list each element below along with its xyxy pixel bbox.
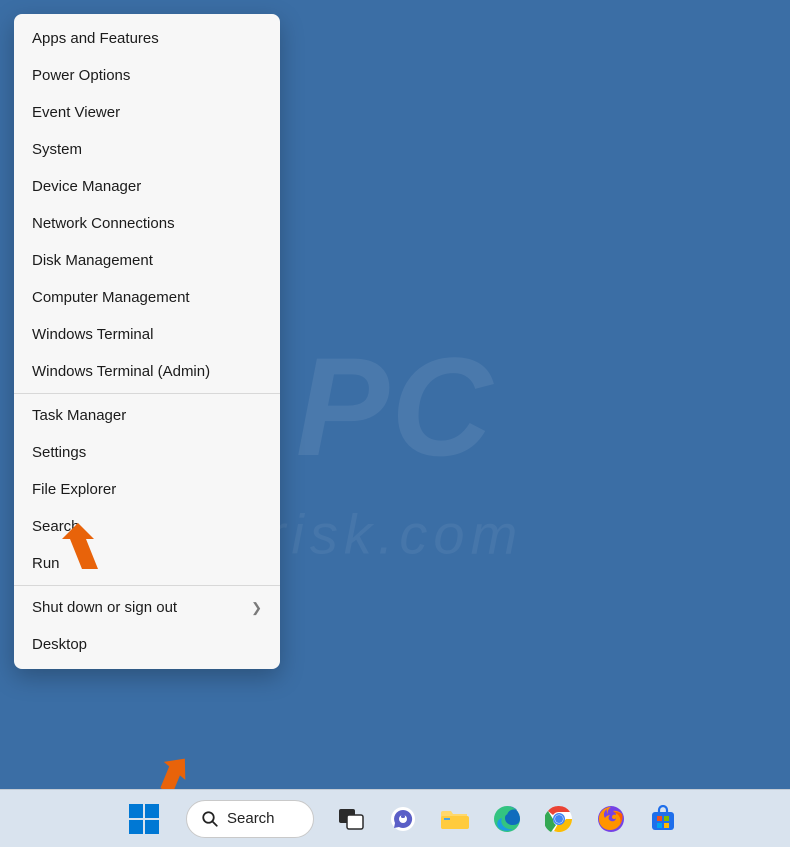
- taskbar-search[interactable]: Search: [186, 800, 314, 838]
- windows-logo-icon: [129, 804, 159, 834]
- menu-item-shut-down-or-sign-out[interactable]: Shut down or sign out ❯: [14, 589, 280, 626]
- winx-context-menu: Apps and Features Power Options Event Vi…: [14, 14, 280, 669]
- menu-item-run[interactable]: Run: [14, 545, 280, 582]
- menu-item-label: Run: [32, 555, 60, 572]
- taskbar-icon-chat[interactable]: [388, 804, 418, 834]
- menu-item-label: Desktop: [32, 636, 87, 653]
- menu-item-system[interactable]: System: [14, 131, 280, 168]
- menu-item-power-options[interactable]: Power Options: [14, 57, 280, 94]
- menu-item-label: System: [32, 141, 82, 158]
- menu-item-label: Computer Management: [32, 289, 190, 306]
- menu-item-disk-management[interactable]: Disk Management: [14, 242, 280, 279]
- taskbar-icon-task-view[interactable]: [336, 804, 366, 834]
- taskbar-icon-microsoft-store[interactable]: [648, 804, 678, 834]
- menu-item-windows-terminal[interactable]: Windows Terminal: [14, 316, 280, 353]
- menu-item-label: Shut down or sign out: [32, 599, 177, 616]
- menu-item-label: Windows Terminal (Admin): [32, 363, 210, 380]
- search-icon: [201, 810, 219, 828]
- menu-item-label: Windows Terminal: [32, 326, 153, 343]
- menu-item-label: Disk Management: [32, 252, 153, 269]
- menu-separator: [14, 393, 280, 394]
- menu-item-device-manager[interactable]: Device Manager: [14, 168, 280, 205]
- menu-item-label: Settings: [32, 444, 86, 461]
- search-label: Search: [227, 810, 275, 827]
- taskbar-icon-chrome[interactable]: [544, 804, 574, 834]
- menu-item-task-manager[interactable]: Task Manager: [14, 397, 280, 434]
- menu-item-label: Apps and Features: [32, 30, 159, 47]
- menu-item-label: File Explorer: [32, 481, 116, 498]
- menu-item-label: Search: [32, 518, 80, 535]
- taskbar-icon-firefox[interactable]: [596, 804, 626, 834]
- menu-item-desktop[interactable]: Desktop: [14, 626, 280, 663]
- menu-item-settings[interactable]: Settings: [14, 434, 280, 471]
- menu-item-windows-terminal-admin[interactable]: Windows Terminal (Admin): [14, 353, 280, 390]
- menu-item-label: Task Manager: [32, 407, 126, 424]
- menu-item-network-connections[interactable]: Network Connections: [14, 205, 280, 242]
- start-button[interactable]: [124, 799, 164, 839]
- chevron-right-icon: ❯: [251, 600, 262, 616]
- menu-item-label: Network Connections: [32, 215, 175, 232]
- menu-separator: [14, 585, 280, 586]
- menu-item-label: Event Viewer: [32, 104, 120, 121]
- menu-item-apps-and-features[interactable]: Apps and Features: [14, 20, 280, 57]
- taskbar-icon-file-explorer[interactable]: [440, 804, 470, 834]
- watermark-large: PC: [296, 326, 494, 488]
- taskbar: Search: [0, 789, 790, 847]
- menu-item-label: Device Manager: [32, 178, 141, 195]
- menu-item-event-viewer[interactable]: Event Viewer: [14, 94, 280, 131]
- watermark-small: risk.com: [267, 501, 523, 566]
- menu-item-label: Power Options: [32, 67, 130, 84]
- menu-item-search[interactable]: Search: [14, 508, 280, 545]
- menu-item-file-explorer[interactable]: File Explorer: [14, 471, 280, 508]
- taskbar-icon-edge[interactable]: [492, 804, 522, 834]
- menu-item-computer-management[interactable]: Computer Management: [14, 279, 280, 316]
